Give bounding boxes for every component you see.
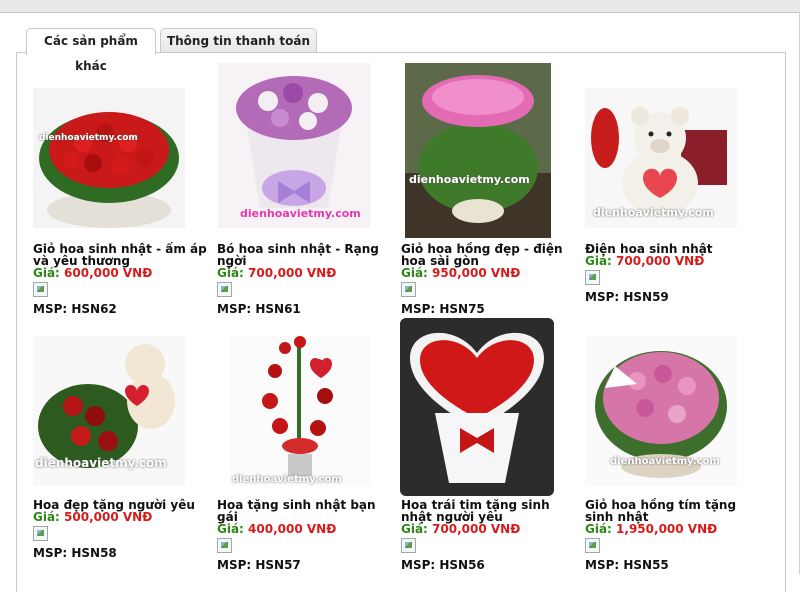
product-name[interactable]: Bó hoa sinh nhật - Rạng ngời — [217, 243, 395, 267]
product-code: MSP: HSN62 — [33, 302, 117, 316]
tab-other-products[interactable]: Các sản phẩm khác — [26, 28, 156, 73]
product-card: Hoa trái tim tặng sinh nhật người yêu Gi… — [401, 499, 579, 571]
product-image[interactable]: dienhoavietmy.com — [33, 336, 185, 486]
broken-image-icon[interactable] — [33, 282, 48, 297]
price-label: Giá: — [585, 254, 612, 268]
product-code: MSP: HSN57 — [217, 558, 301, 572]
product-code: MSP: HSN56 — [401, 558, 485, 572]
product-code: MSP: HSN75 — [401, 302, 485, 316]
product-image[interactable]: dienhoavietmy.com — [585, 88, 737, 228]
price-value: 600,000 VNĐ — [64, 266, 153, 280]
product-name[interactable]: Giỏ hoa sinh nhật - ấm áp và yêu thương — [33, 243, 211, 267]
broken-image-icon[interactable] — [217, 282, 232, 297]
price-label: Giá: — [585, 522, 612, 536]
product-price: Giá: 1,950,000 VNĐ — [585, 523, 763, 536]
flower-basket-image — [33, 88, 185, 228]
product-card: Giỏ hoa hồng tím tặng sinh nhật Giá: 1,9… — [585, 499, 763, 571]
broken-image-icon[interactable] — [585, 270, 600, 285]
product-code: MSP: HSN61 — [217, 302, 301, 316]
product-card: Giỏ hoa hồng đẹp - điện hoa sài gòn Giá:… — [401, 243, 579, 315]
tab-payment-info[interactable]: Thông tin thanh toán — [160, 28, 317, 53]
watermark: dienhoavietmy.com — [39, 133, 138, 143]
product-image[interactable]: dienhoavietmy.com — [585, 336, 737, 486]
watermark: dienhoavietmy.com — [232, 474, 342, 485]
product-card: Hoa đẹp tặng người yêu Giá: 500,000 VNĐ … — [33, 499, 211, 559]
watermark: dienhoavietmy.com — [593, 206, 714, 219]
price-label: Giá: — [217, 266, 244, 280]
broken-image-icon[interactable] — [401, 538, 416, 553]
heart-bouquet-image — [400, 318, 554, 496]
price-label: Giá: — [217, 522, 244, 536]
product-card: Giỏ hoa sinh nhật - ấm áp và yêu thương … — [33, 243, 211, 315]
product-name[interactable]: Giỏ hoa hồng tím tặng sinh nhật — [585, 499, 763, 523]
product-card: Điện hoa sinh nhật Giá: 700,000 VNĐ MSP:… — [585, 243, 763, 303]
product-price: Giá: 600,000 VNĐ — [33, 267, 211, 280]
flower-bouquet-image — [218, 63, 370, 228]
price-value: 1,950,000 VNĐ — [616, 522, 718, 536]
product-price: Giá: 950,000 VNĐ — [401, 267, 579, 280]
product-code: MSP: HSN58 — [33, 546, 117, 560]
broken-image-icon[interactable] — [33, 526, 48, 541]
price-value: 700,000 VNĐ — [432, 522, 521, 536]
product-card: Bó hoa sinh nhật - Rạng ngời Giá: 700,00… — [217, 243, 395, 315]
watermark: dienhoavietmy.com — [409, 173, 530, 186]
browser-top-bar — [0, 0, 800, 13]
watermark: dienhoavietmy.com — [240, 207, 361, 220]
product-image[interactable]: dienhoavietmy.com — [405, 63, 551, 238]
broken-image-icon[interactable] — [217, 538, 232, 553]
product-name[interactable]: Giỏ hoa hồng đẹp - điện hoa sài gòn — [401, 243, 579, 267]
product-price: Giá: 500,000 VNĐ — [33, 511, 211, 524]
price-value: 500,000 VNĐ — [64, 510, 153, 524]
price-label: Giá: — [33, 510, 60, 524]
product-image[interactable] — [400, 318, 554, 496]
price-label: Giá: — [33, 266, 60, 280]
price-value: 700,000 VNĐ — [616, 254, 705, 268]
price-value: 700,000 VNĐ — [248, 266, 337, 280]
broken-image-icon[interactable] — [401, 282, 416, 297]
rose-basket-image — [405, 63, 551, 238]
product-image[interactable]: dienhoavietmy.com — [230, 336, 370, 486]
product-price: Giá: 400,000 VNĐ — [217, 523, 395, 536]
product-price: Giá: 700,000 VNĐ — [217, 267, 395, 280]
product-price: Giá: 700,000 VNĐ — [585, 255, 763, 268]
product-card: Hoa tặng sinh nhật bạn gái Giá: 400,000 … — [217, 499, 395, 571]
product-code: MSP: HSN55 — [585, 558, 669, 572]
watermark: dienhoavietmy.com — [610, 456, 720, 467]
watermark: dienhoavietmy.com — [35, 456, 167, 470]
price-label: Giá: — [401, 522, 428, 536]
product-code: MSP: HSN59 — [585, 290, 669, 304]
product-name[interactable]: Hoa tặng sinh nhật bạn gái — [217, 499, 395, 523]
price-value: 400,000 VNĐ — [248, 522, 337, 536]
product-image[interactable]: dienhoavietmy.com — [218, 63, 370, 228]
price-value: 950,000 VNĐ — [432, 266, 521, 280]
product-image[interactable]: dienhoavietmy.com — [33, 88, 185, 228]
product-name[interactable]: Hoa trái tim tặng sinh nhật người yêu — [401, 499, 579, 523]
broken-image-icon[interactable] — [585, 538, 600, 553]
price-label: Giá: — [401, 266, 428, 280]
flower-stand-image — [230, 336, 370, 486]
product-price: Giá: 700,000 VNĐ — [401, 523, 579, 536]
